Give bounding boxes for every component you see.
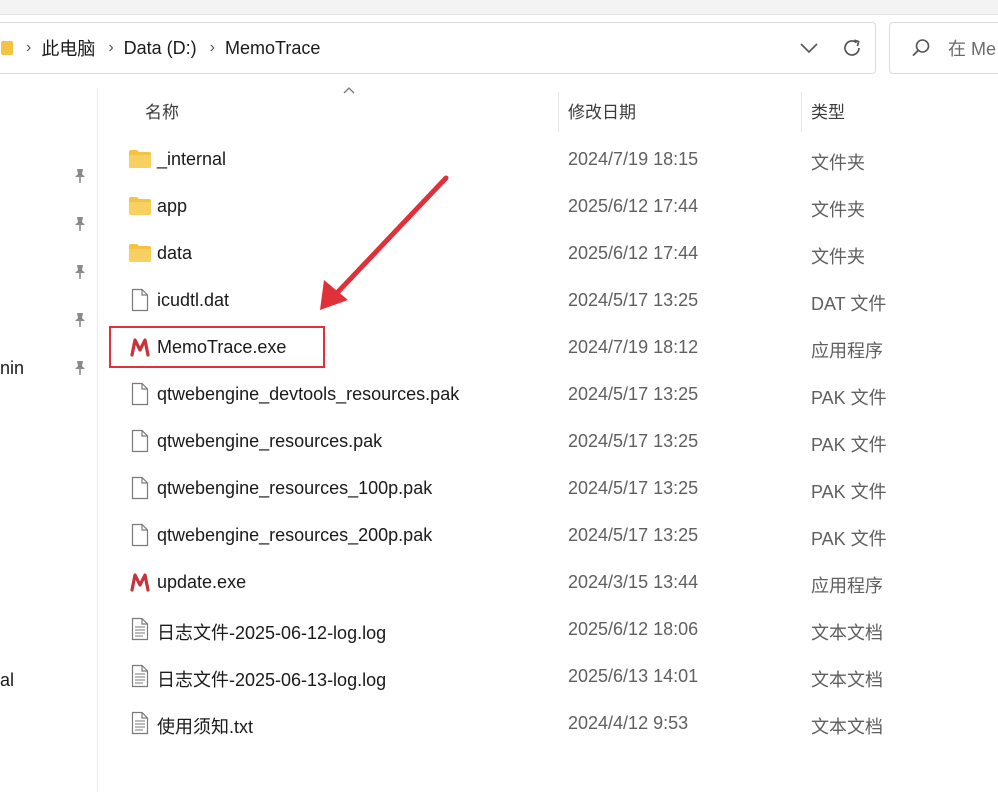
file-name: 日志文件-2025-06-13-log.log xyxy=(157,670,387,690)
annotation-highlight-box xyxy=(109,326,325,368)
file-type: DAT 文件 xyxy=(811,294,887,314)
file-row[interactable]: 日志文件-2025-06-12-log.log 2025/6/12 18:06 文本… xyxy=(98,606,998,653)
pin-icon[interactable] xyxy=(70,310,90,330)
file-name: 使用须知.txt xyxy=(157,717,254,737)
nav-item-label-truncated[interactable]: al xyxy=(0,670,14,691)
file-modified-date: 2024/5/17 13:25 xyxy=(568,384,699,404)
column-header-name[interactable]: 名称 xyxy=(145,98,179,123)
file-row[interactable]: 使用须知.txt 2024/4/12 9:53 文本文档 xyxy=(98,700,998,747)
file-name: update.exe xyxy=(157,572,247,592)
folder-icon xyxy=(128,194,152,218)
folder-icon xyxy=(128,147,152,171)
file-name: data xyxy=(157,243,193,263)
file-row[interactable]: qtwebengine_resources_100p.pak 2024/5/17 … xyxy=(98,465,998,512)
address-bar[interactable]: › 此电脑 › Data (D:) › MemoTrace xyxy=(0,22,876,74)
file-modified-date: 2024/7/19 18:15 xyxy=(568,149,699,169)
column-header-row: 名称 修改日期 类型 xyxy=(98,88,998,134)
file-icon xyxy=(128,523,152,547)
search-placeholder: 在 Me xyxy=(948,39,997,59)
file-type: PAK 文件 xyxy=(811,482,887,502)
file-modified-date: 2024/5/17 13:25 xyxy=(568,478,699,498)
search-input[interactable]: 在 Me xyxy=(889,22,998,74)
file-row[interactable]: icudtl.dat 2024/5/17 13:25 DAT 文件 xyxy=(98,277,998,324)
file-modified-date: 2025/6/13 14:01 xyxy=(568,666,699,686)
text-document-icon xyxy=(128,617,152,641)
file-modified-date: 2024/5/17 13:25 xyxy=(568,290,699,310)
column-divider[interactable] xyxy=(801,92,802,132)
address-history-dropdown[interactable] xyxy=(789,23,829,73)
folder-icon xyxy=(128,241,152,265)
column-header-type[interactable]: 类型 xyxy=(811,98,845,123)
file-type: 文件夹 xyxy=(811,153,865,173)
chevron-right-icon: › xyxy=(108,39,114,56)
file-type: 文本文档 xyxy=(811,623,883,643)
file-name: qtwebengine_resources_100p.pak xyxy=(157,478,433,498)
file-modified-date: 2024/3/15 13:44 xyxy=(568,572,699,592)
file-modified-date: 2025/6/12 17:44 xyxy=(568,243,699,263)
file-modified-date: 2024/4/12 9:53 xyxy=(568,713,689,733)
file-icon xyxy=(128,476,152,500)
file-type: 应用程序 xyxy=(811,341,883,361)
file-type: PAK 文件 xyxy=(811,388,887,408)
column-header-date[interactable]: 修改日期 xyxy=(568,98,636,123)
file-type: 文本文档 xyxy=(811,670,883,690)
refresh-icon xyxy=(844,39,860,56)
folder-icon xyxy=(1,41,13,55)
file-row[interactable]: qtwebengine_devtools_resources.pak 2024/5… xyxy=(98,371,998,418)
file-icon xyxy=(128,288,152,312)
text-document-icon xyxy=(128,664,152,688)
file-name: qtwebengine_resources_200p.pak xyxy=(157,525,433,545)
pin-icon[interactable] xyxy=(70,358,90,378)
file-row[interactable]: update.exe 2024/3/15 13:44 应用程序 xyxy=(98,559,998,606)
chevron-right-icon: › xyxy=(26,39,32,56)
nav-item-label-truncated[interactable]: nin xyxy=(0,358,24,379)
file-icon xyxy=(128,429,152,453)
memotrace-app-icon xyxy=(128,570,152,594)
column-divider[interactable] xyxy=(558,92,559,132)
file-name: qtwebengine_resources.pak xyxy=(157,431,383,451)
breadcrumb: › 此电脑 › Data (D:) › MemoTrace xyxy=(0,23,320,73)
file-name: 日志文件-2025-06-12-log.log xyxy=(157,623,387,643)
file-type: 应用程序 xyxy=(811,576,883,596)
text-document-icon xyxy=(128,711,152,735)
file-modified-date: 2024/5/17 13:25 xyxy=(568,525,699,545)
pin-icon[interactable] xyxy=(70,166,90,186)
window-top-strip xyxy=(0,0,998,15)
file-row[interactable]: qtwebengine_resources.pak 2024/5/17 13:25… xyxy=(98,418,998,465)
pin-icon[interactable] xyxy=(70,262,90,282)
file-row[interactable]: data 2025/6/12 17:44 文件夹 xyxy=(98,230,998,277)
file-type: 文本文档 xyxy=(811,717,883,737)
file-type: 文件夹 xyxy=(811,200,865,220)
file-row[interactable]: app 2025/6/12 17:44 文件夹 xyxy=(98,183,998,230)
pin-icon[interactable] xyxy=(70,214,90,234)
file-modified-date: 2025/6/12 18:06 xyxy=(568,619,699,639)
file-modified-date: 2024/7/19 18:12 xyxy=(568,337,699,357)
breadcrumb-data-drive[interactable]: Data (D:) xyxy=(124,38,197,59)
file-modified-date: 2025/6/12 17:44 xyxy=(568,196,699,216)
file-name: app xyxy=(157,196,188,216)
file-modified-date: 2024/5/17 13:25 xyxy=(568,431,699,451)
chevron-right-icon: › xyxy=(209,39,215,56)
file-type: PAK 文件 xyxy=(811,435,887,455)
breadcrumb-memotrace[interactable]: MemoTrace xyxy=(225,38,320,59)
breadcrumb-this-pc[interactable]: 此电脑 xyxy=(41,35,95,61)
file-type: PAK 文件 xyxy=(811,529,887,549)
file-name: icudtl.dat xyxy=(157,290,230,310)
file-icon xyxy=(128,382,152,406)
refresh-button[interactable] xyxy=(829,23,875,73)
navigation-pane: nin al xyxy=(0,88,98,792)
file-name: _internal xyxy=(157,149,227,169)
file-name: qtwebengine_devtools_resources.pak xyxy=(157,384,460,404)
chevron-down-icon xyxy=(800,43,818,54)
file-row[interactable]: _internal 2024/7/19 18:15 文件夹 xyxy=(98,136,998,183)
file-type: 文件夹 xyxy=(811,247,865,267)
file-row[interactable]: 日志文件-2025-06-13-log.log 2025/6/13 14:01 文本… xyxy=(98,653,998,700)
search-icon xyxy=(910,37,932,59)
file-row[interactable]: qtwebengine_resources_200p.pak 2024/5/17 … xyxy=(98,512,998,559)
